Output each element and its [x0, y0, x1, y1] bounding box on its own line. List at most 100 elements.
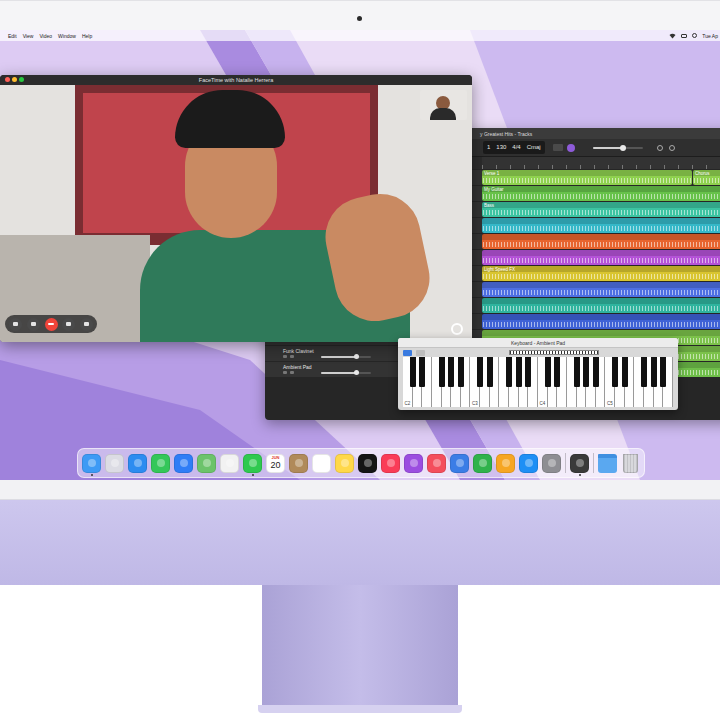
- loops-icon[interactable]: [669, 145, 675, 151]
- dock-item[interactable]: [542, 451, 561, 476]
- range-strip[interactable]: [509, 350, 599, 355]
- camera-button[interactable]: [62, 318, 75, 331]
- app-icon[interactable]: [220, 454, 239, 473]
- app-icon[interactable]: [381, 454, 400, 473]
- black-key[interactable]: [545, 357, 551, 387]
- track-volume-knob[interactable]: [354, 370, 359, 375]
- black-key[interactable]: [583, 357, 589, 387]
- minimize-icon[interactable]: [12, 77, 17, 82]
- black-key[interactable]: [477, 357, 483, 387]
- track-volume-knob[interactable]: [354, 354, 359, 359]
- app-icon[interactable]: [404, 454, 423, 473]
- black-key[interactable]: [516, 357, 522, 387]
- master-volume-knob[interactable]: [620, 145, 626, 151]
- track-region[interactable]: Verse 1: [482, 170, 692, 185]
- app-icon[interactable]: [519, 454, 538, 473]
- lcd-display[interactable]: 11304/4Cmaj: [483, 141, 545, 154]
- track-region[interactable]: [482, 298, 720, 313]
- capture-button[interactable]: [451, 323, 463, 335]
- black-key[interactable]: [419, 357, 425, 387]
- app-icon[interactable]: [427, 454, 446, 473]
- solo-icon[interactable]: [290, 355, 294, 358]
- app-icon[interactable]: [197, 454, 216, 473]
- dock-item[interactable]: [570, 451, 589, 476]
- track-region[interactable]: [482, 282, 720, 297]
- zoom-icon[interactable]: [19, 77, 24, 82]
- black-key[interactable]: [554, 357, 560, 387]
- typing-icon[interactable]: [416, 350, 425, 356]
- close-icon[interactable]: [5, 77, 10, 82]
- app-icon[interactable]: [174, 454, 193, 473]
- dock-item[interactable]: JUN20: [266, 451, 285, 476]
- folder-icon[interactable]: [598, 454, 617, 473]
- wifi-icon[interactable]: [669, 33, 676, 39]
- dock-item[interactable]: [473, 451, 492, 476]
- self-view[interactable]: [420, 90, 467, 120]
- sidebar-button[interactable]: [9, 318, 22, 331]
- dock-item[interactable]: [174, 451, 193, 476]
- track-region[interactable]: [482, 314, 720, 329]
- track-region[interactable]: Bass: [482, 202, 720, 217]
- track-region[interactable]: Chorus: [693, 170, 720, 185]
- mute-button[interactable]: [27, 318, 40, 331]
- black-key[interactable]: [448, 357, 454, 387]
- app-icon[interactable]: [82, 454, 101, 473]
- app-icon[interactable]: [450, 454, 469, 473]
- track-volume-track[interactable]: [321, 372, 371, 374]
- black-key[interactable]: [660, 357, 666, 387]
- trash-icon[interactable]: [623, 454, 638, 473]
- black-key[interactable]: [574, 357, 580, 387]
- track-region[interactable]: [482, 218, 720, 233]
- app-icon[interactable]: [496, 454, 515, 473]
- track-region[interactable]: My Guitar: [482, 186, 720, 201]
- track-region[interactable]: [482, 250, 720, 265]
- mode-icon[interactable]: [403, 350, 412, 356]
- app-icon[interactable]: [151, 454, 170, 473]
- mute-icon[interactable]: [283, 355, 287, 358]
- menu-item[interactable]: View: [23, 33, 34, 39]
- app-icon[interactable]: [289, 454, 308, 473]
- dock-item[interactable]: [519, 451, 538, 476]
- dock-item[interactable]: [496, 451, 515, 476]
- dock-item[interactable]: [243, 451, 262, 476]
- dock-item[interactable]: [289, 451, 308, 476]
- facetime-window[interactable]: FaceTime with Natalie Herrera: [0, 75, 472, 342]
- dock-item[interactable]: [312, 451, 331, 476]
- black-key[interactable]: [641, 357, 647, 387]
- solo-icon[interactable]: [290, 371, 294, 374]
- menu-item[interactable]: Edit: [8, 33, 17, 39]
- keyboard-window[interactable]: Keyboard - Ambient Pad C2C3C4C5: [398, 338, 678, 410]
- dock-item[interactable]: [621, 451, 640, 476]
- fullscreen-button[interactable]: [80, 318, 93, 331]
- menu-item[interactable]: Help: [82, 33, 92, 39]
- app-icon[interactable]: [312, 454, 331, 473]
- black-key[interactable]: [622, 357, 628, 387]
- app-icon[interactable]: [128, 454, 147, 473]
- dock-item[interactable]: [220, 451, 239, 476]
- dock-item[interactable]: [335, 451, 354, 476]
- dock-item[interactable]: [151, 451, 170, 476]
- mute-icon[interactable]: [283, 371, 287, 374]
- track-volume-track[interactable]: [321, 356, 371, 358]
- menu-item[interactable]: Window: [58, 33, 76, 39]
- dock-item[interactable]: [404, 451, 423, 476]
- black-key[interactable]: [410, 357, 416, 387]
- metronome-icon[interactable]: [567, 144, 575, 152]
- app-icon[interactable]: [335, 454, 354, 473]
- dock-item[interactable]: [427, 451, 446, 476]
- dock-item[interactable]: [197, 451, 216, 476]
- calendar-icon[interactable]: JUN20: [266, 454, 285, 473]
- track-region[interactable]: Light Speed FX: [482, 266, 720, 281]
- search-icon[interactable]: [692, 33, 697, 38]
- app-icon[interactable]: [105, 454, 124, 473]
- track-region[interactable]: [482, 234, 720, 249]
- control-center-icon[interactable]: [681, 34, 687, 38]
- end-call-button[interactable]: [45, 318, 58, 331]
- black-key[interactable]: [439, 357, 445, 387]
- app-icon[interactable]: [570, 454, 589, 473]
- clock[interactable]: Tue Ap: [702, 33, 718, 39]
- black-key[interactable]: [525, 357, 531, 387]
- app-icon[interactable]: [542, 454, 561, 473]
- ruler[interactable]: [482, 157, 720, 169]
- count-in-icon[interactable]: [553, 144, 563, 151]
